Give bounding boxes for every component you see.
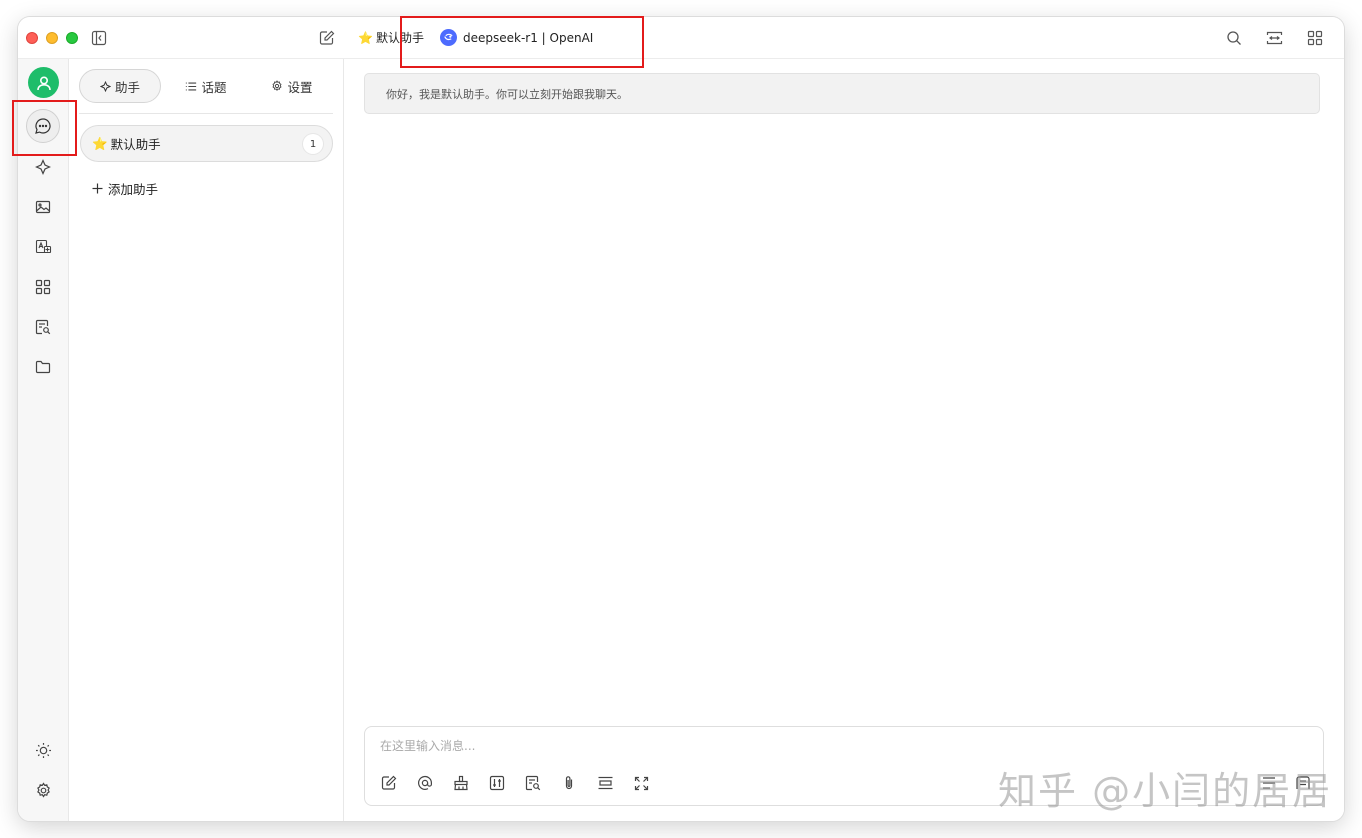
icon-rail bbox=[18, 59, 69, 821]
app-window: ⭐️ 默认助手 deepseek-r1 | OpenAI 助手 话题 设置 ⭐️… bbox=[18, 17, 1344, 821]
maximize-window-button[interactable] bbox=[66, 32, 78, 44]
rail-translate[interactable] bbox=[26, 230, 60, 264]
tab-assistants-label: 助手 bbox=[114, 79, 140, 95]
folder-icon bbox=[35, 360, 51, 374]
fit-width-icon[interactable] bbox=[1265, 29, 1283, 47]
avatar[interactable] bbox=[28, 67, 59, 98]
assistant-item-label: 默认助手 bbox=[110, 137, 161, 152]
tab-topics[interactable]: 话题 bbox=[161, 69, 251, 103]
star-icon: ⭐️ bbox=[358, 30, 373, 45]
list-icon bbox=[186, 82, 197, 90]
knowledge-base-icon[interactable] bbox=[524, 774, 542, 792]
mention-model-icon[interactable] bbox=[416, 774, 434, 792]
add-assistant-label: 添加助手 bbox=[108, 182, 159, 197]
rail-files[interactable] bbox=[26, 350, 60, 384]
watermark: 知乎 @小闫的居居 bbox=[998, 769, 1333, 813]
settings-sliders-icon[interactable] bbox=[488, 774, 506, 792]
search-icon[interactable] bbox=[1225, 29, 1243, 47]
tab-settings[interactable]: 设置 bbox=[251, 69, 333, 103]
gear-icon bbox=[272, 80, 283, 92]
tab-topics-label: 话题 bbox=[201, 79, 227, 95]
welcome-message: 你好，我是默认助手。你可以立刻开始跟我聊天。 bbox=[364, 73, 1320, 114]
model-highlight-box bbox=[400, 16, 644, 68]
rail-minapps[interactable] bbox=[26, 270, 60, 304]
rail-paintings[interactable] bbox=[26, 190, 60, 224]
rail-settings[interactable] bbox=[26, 773, 60, 807]
chat-area: 你好，我是默认助手。你可以立刻开始跟我聊天。 bbox=[344, 59, 1344, 821]
star-icon: ⭐️ bbox=[92, 135, 108, 151]
expand-icon[interactable] bbox=[632, 774, 650, 792]
rail-knowledge[interactable] bbox=[26, 310, 60, 344]
title-bar: ⭐️ 默认助手 deepseek-r1 | OpenAI bbox=[18, 17, 1344, 59]
tabs-divider bbox=[79, 113, 333, 114]
sidebar-tabs: 助手 话题 设置 bbox=[79, 69, 333, 103]
gear-icon bbox=[36, 781, 50, 798]
chat-nav-highlight-box bbox=[12, 100, 77, 156]
new-topic-icon[interactable] bbox=[380, 774, 398, 792]
attachment-icon[interactable] bbox=[560, 774, 578, 792]
minimize-window-button[interactable] bbox=[46, 32, 58, 44]
document-search-icon bbox=[35, 319, 51, 335]
toggle-sidebar-icon[interactable] bbox=[90, 29, 108, 47]
sparkle-icon bbox=[35, 159, 51, 175]
clear-context-icon[interactable] bbox=[452, 774, 470, 792]
add-assistant-button[interactable]: 添加助手 bbox=[92, 179, 158, 198]
assistant-sidebar: 助手 话题 设置 ⭐️ 默认助手 1 添加助手 bbox=[69, 59, 344, 821]
new-chat-icon[interactable] bbox=[318, 29, 336, 47]
rail-theme[interactable] bbox=[26, 733, 60, 767]
sparkle-icon bbox=[99, 80, 111, 92]
message-input[interactable] bbox=[380, 739, 980, 753]
fold-icon[interactable] bbox=[596, 774, 614, 792]
tab-assistants[interactable]: 助手 bbox=[79, 69, 161, 103]
close-window-button[interactable] bbox=[26, 32, 38, 44]
topic-count-badge: 1 bbox=[303, 134, 323, 154]
apps-grid-icon[interactable] bbox=[1306, 29, 1324, 47]
grid-icon bbox=[35, 279, 51, 295]
image-icon bbox=[35, 200, 51, 214]
sun-icon bbox=[35, 742, 51, 758]
tab-settings-label: 设置 bbox=[287, 79, 313, 95]
assistant-item-default[interactable]: ⭐️ 默认助手 1 bbox=[80, 125, 333, 162]
translate-icon bbox=[35, 239, 51, 254]
plus-icon bbox=[92, 183, 103, 194]
